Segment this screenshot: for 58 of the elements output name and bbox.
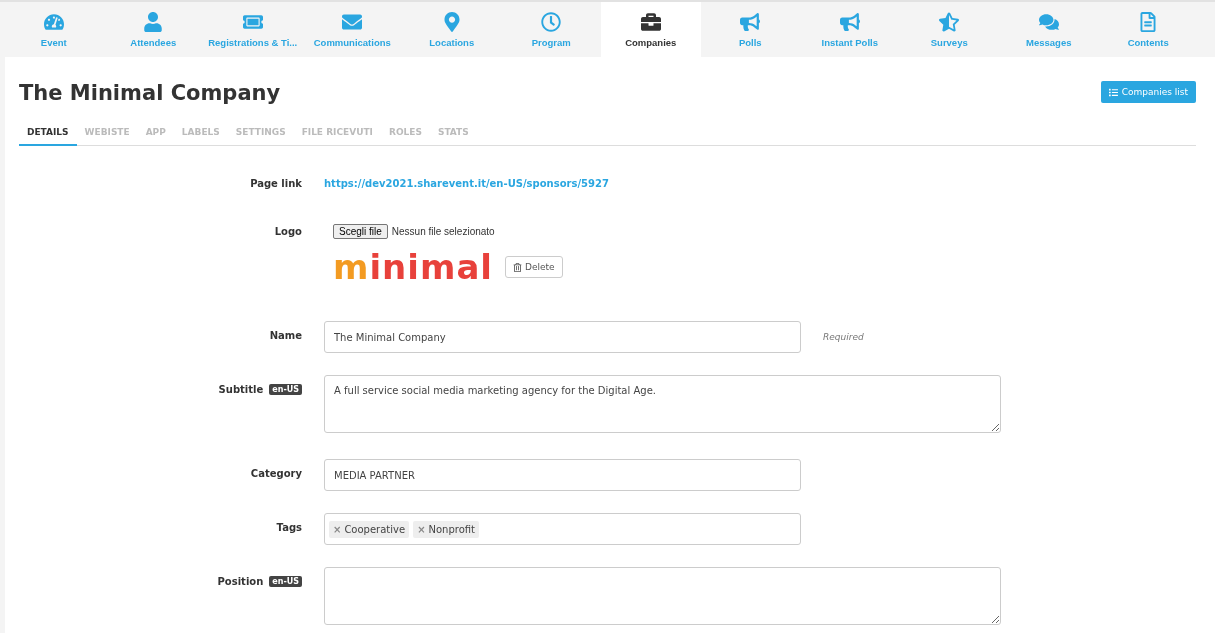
tags-input[interactable]: × Cooperative × Nonprofit: [324, 513, 801, 545]
section-tab[interactable]: LABELS: [173, 123, 228, 146]
trash-icon: [513, 262, 522, 272]
nav-tab[interactable]: Messages: [999, 2, 1099, 57]
user-icon: [143, 11, 164, 32]
field-label: Subtitle: [218, 383, 264, 395]
section-tab[interactable]: DETAILS: [19, 123, 77, 146]
page-title: The Minimal Company: [19, 81, 281, 105]
text-input[interactable]: MEDIA PARTNER: [324, 459, 801, 491]
nav-tab[interactable]: Program: [501, 2, 601, 57]
section-tab[interactable]: FILE RICEVUTI: [293, 123, 381, 146]
delete-button[interactable]: Delete: [505, 256, 563, 278]
field-label: Category: [250, 467, 302, 479]
list-icon: [1108, 87, 1118, 97]
textarea-field[interactable]: [324, 567, 1001, 625]
clock-icon: [541, 11, 562, 32]
page-link[interactable]: https://dev2021.sharevent.it/en-US/sponsors/5927: [324, 177, 609, 189]
megaphone-icon: [839, 11, 860, 32]
textarea-field[interactable]: A full service social media marketing agency for the Digital Age.: [324, 375, 1001, 433]
nav-tab[interactable]: Event: [4, 2, 104, 57]
field-label: Logo: [274, 225, 302, 237]
field-label: Name: [269, 329, 302, 341]
field-label: Position: [217, 575, 264, 587]
required-hint: Required: [823, 332, 864, 342]
choose-file-button[interactable]: Scegli file: [333, 224, 388, 239]
megaphone-icon: [740, 11, 761, 32]
nav-tab[interactable]: Companies: [601, 2, 701, 57]
nav-tab[interactable]: Surveys: [899, 2, 999, 57]
field-label: Page link: [250, 177, 302, 189]
nav-tab[interactable]: Polls: [700, 2, 800, 57]
company-logo: minimal: [333, 251, 493, 283]
map-pin-icon: [441, 11, 462, 32]
remove-tag-button[interactable]: ×: [417, 523, 426, 535]
section-tab[interactable]: STATS: [429, 123, 477, 146]
briefcase-icon: [640, 11, 661, 32]
dashboard-gauge-icon: [43, 11, 64, 32]
nav-tab[interactable]: Instant Polls: [800, 2, 900, 57]
section-tab[interactable]: WEBISTE: [76, 123, 138, 146]
nav-tab[interactable]: Contents: [1098, 2, 1198, 57]
star-icon: [939, 11, 960, 32]
file-status-text: Nessun file selezionato: [391, 226, 495, 237]
nav-tab[interactable]: Attendees: [103, 2, 203, 57]
nav-tab[interactable]: Locations: [402, 2, 502, 57]
tag-chip: × Nonprofit: [413, 520, 480, 538]
tag-chip: × Cooperative: [329, 520, 410, 538]
section-tab[interactable]: SETTINGS: [227, 123, 294, 146]
companies-list-button[interactable]: Companies list: [1100, 81, 1196, 103]
nav-tab[interactable]: Communications: [302, 2, 402, 57]
text-input[interactable]: The Minimal Company: [324, 321, 801, 353]
section-tab[interactable]: ROLES: [380, 123, 430, 146]
language-badge: en-US: [269, 383, 302, 395]
document-icon: [1138, 11, 1159, 32]
field-label: Tags: [276, 521, 302, 533]
remove-tag-button[interactable]: ×: [333, 523, 342, 535]
language-badge: en-US: [269, 575, 302, 587]
nav-tab[interactable]: Registrations & Ti...: [203, 2, 303, 57]
section-tab[interactable]: APP: [137, 123, 174, 146]
chat-bubbles-icon: [1038, 11, 1059, 32]
